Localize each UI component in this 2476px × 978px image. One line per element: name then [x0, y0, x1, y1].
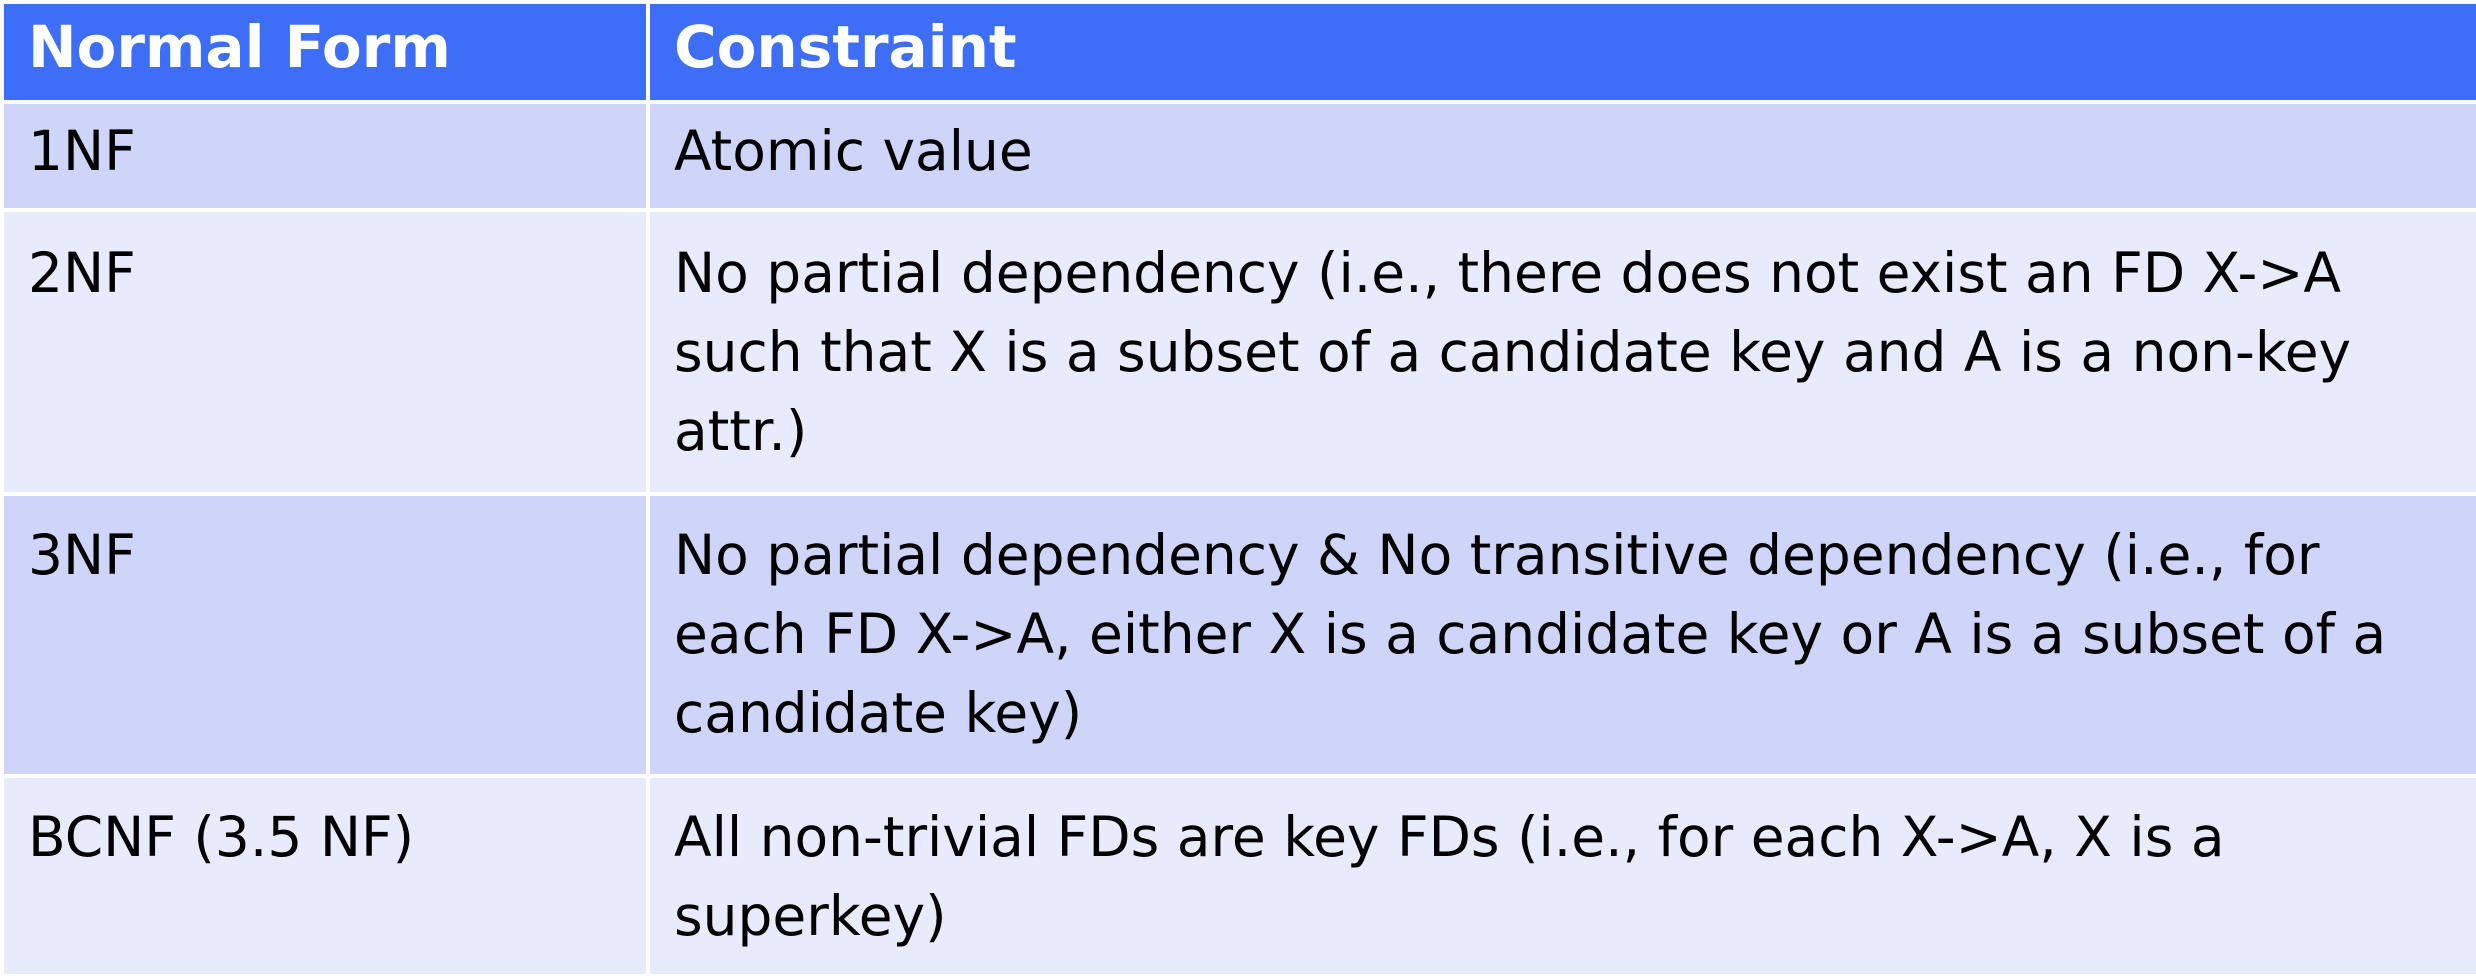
cell-constraint: No partial dependency & No transitive de…: [646, 492, 2476, 778]
cell-constraint: Atomic value: [646, 100, 2476, 212]
table-row: 3NF No partial dependency & No transitiv…: [0, 492, 2476, 778]
table-header: Normal Form Constraint: [0, 0, 2476, 104]
table-body: 1NF Atomic value 2NF No partial dependen…: [0, 100, 2476, 978]
normal-forms-table: Normal Form Constraint 1NF Atomic value …: [0, 0, 2476, 978]
header-constraint: Constraint: [646, 0, 2476, 104]
header-row: Normal Form Constraint: [0, 0, 2476, 104]
cell-normal-form: 1NF: [0, 100, 650, 212]
cell-normal-form: 3NF: [0, 492, 650, 778]
cell-constraint: No partial dependency (i.e., there does …: [646, 208, 2476, 496]
table-row: BCNF (3.5 NF) All non-trivial FDs are ke…: [0, 774, 2476, 978]
cell-constraint: All non-trivial FDs are key FDs (i.e., f…: [646, 774, 2476, 978]
cell-normal-form: BCNF (3.5 NF): [0, 774, 650, 978]
cell-normal-form: 2NF: [0, 208, 650, 496]
table-row: 1NF Atomic value: [0, 100, 2476, 212]
table-row: 2NF No partial dependency (i.e., there d…: [0, 208, 2476, 496]
header-normal-form: Normal Form: [0, 0, 650, 104]
